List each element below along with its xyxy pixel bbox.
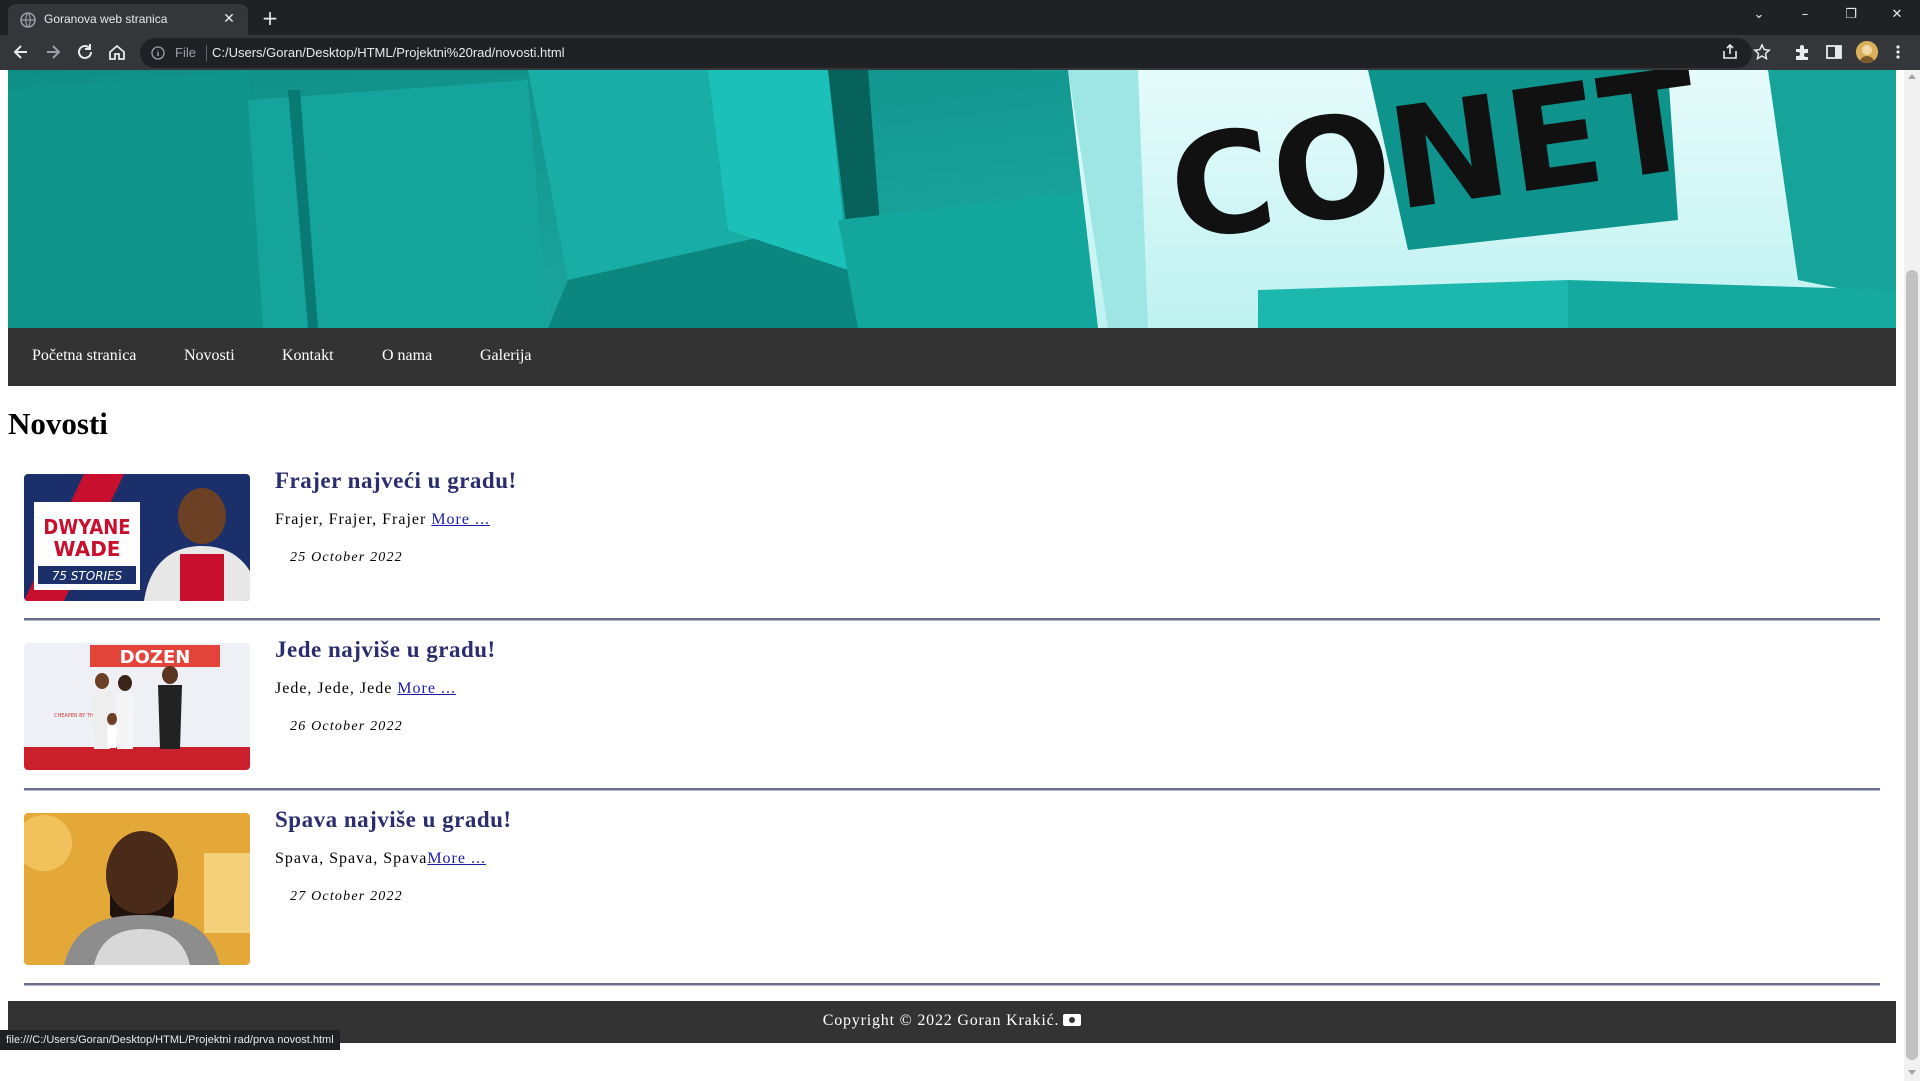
reload-icon[interactable] bbox=[74, 41, 96, 63]
browser-tab[interactable]: Goranova web stranica ✕ bbox=[8, 4, 248, 35]
article-summary: Jede, Jede, Jede More ... bbox=[275, 680, 456, 698]
footer-copyright: Copyright © 2022 Goran Krakić. bbox=[8, 1012, 1896, 1030]
address-url[interactable]: C:/Users/Goran/Desktop/HTML/Projektni%20… bbox=[212, 45, 565, 60]
extensions-puzzle-icon[interactable] bbox=[1792, 42, 1812, 62]
close-tab-icon[interactable]: ✕ bbox=[220, 10, 238, 28]
forward-arrow-icon[interactable] bbox=[42, 41, 64, 63]
header-banner: CONET bbox=[8, 70, 1896, 328]
article-image-wade-75-stories: DWYANE WADE 75 STORIES bbox=[24, 474, 250, 601]
banner-image: CONET bbox=[8, 70, 1896, 328]
avatar-icon bbox=[1856, 41, 1878, 63]
article-title-link[interactable]: Jede najviše u gradu! bbox=[275, 637, 496, 663]
address-scheme-label: File bbox=[175, 45, 196, 60]
tab-title: Goranova web stranica bbox=[44, 12, 168, 26]
camera-icon bbox=[1063, 1014, 1082, 1026]
footer-copyright-text: Copyright © 2022 Goran Krakić. bbox=[822, 1012, 1060, 1029]
article-summary-text: Spava, Spava, Spava bbox=[275, 850, 428, 867]
svg-text:DWYANE: DWYANE bbox=[43, 515, 130, 539]
nav-item-novosti[interactable]: Novosti bbox=[184, 347, 235, 365]
article-summary-text: Frajer, Frajer, Frajer bbox=[275, 511, 432, 528]
scroll-up-arrow-icon[interactable] bbox=[1908, 74, 1916, 79]
more-link[interactable]: More ... bbox=[427, 850, 486, 867]
article-date: 26 October 2022 bbox=[290, 719, 403, 734]
main-navigation: Početna stranica Novosti Kontakt O nama … bbox=[8, 328, 1896, 386]
article-summary-text: Jede, Jede, Jede bbox=[275, 680, 398, 697]
article-thumbnail[interactable] bbox=[24, 813, 250, 965]
svg-text:WADE: WADE bbox=[54, 537, 121, 561]
page-title: Novosti bbox=[8, 406, 108, 441]
vertical-scrollbar[interactable] bbox=[1904, 70, 1920, 1081]
article-summary: Spava, Spava, SpavaMore ... bbox=[275, 850, 486, 868]
menu-kebab-icon[interactable] bbox=[1888, 42, 1908, 62]
article-title-link[interactable]: Frajer najveći u gradu! bbox=[275, 468, 517, 494]
nav-item-galerija[interactable]: Galerija bbox=[480, 347, 532, 365]
article-image-portrait bbox=[24, 813, 250, 965]
article-divider bbox=[24, 618, 1880, 621]
address-separator bbox=[206, 45, 207, 61]
nav-item-pocetna-stranica[interactable]: Početna stranica bbox=[32, 347, 136, 365]
article-thumbnail[interactable]: DWYANE WADE 75 STORIES bbox=[24, 474, 250, 601]
article-title-link[interactable]: Spava najviše u gradu! bbox=[275, 807, 512, 833]
nav-item-kontakt[interactable]: Kontakt bbox=[282, 347, 334, 365]
browser-tab-strip: Goranova web stranica ✕ + ⌄ – ❐ ✕ bbox=[0, 0, 1920, 35]
share-icon[interactable] bbox=[1720, 42, 1740, 62]
restore-icon[interactable]: ❐ bbox=[1828, 0, 1874, 32]
news-article: Spava najviše u gradu! Spava, Spava, Spa… bbox=[24, 807, 1880, 973]
home-icon[interactable] bbox=[106, 41, 128, 63]
minimize-icon[interactable]: – bbox=[1782, 0, 1828, 32]
back-arrow-icon[interactable] bbox=[10, 41, 32, 63]
tab-search-chevron-icon[interactable]: ⌄ bbox=[1736, 0, 1782, 32]
new-tab-icon[interactable]: + bbox=[258, 6, 282, 30]
more-link[interactable]: More ... bbox=[397, 680, 456, 697]
status-bar-url: file:///C:/Users/Goran/Desktop/HTML/Proj… bbox=[0, 1030, 340, 1050]
side-panel-icon[interactable] bbox=[1824, 42, 1844, 62]
address-bar[interactable]: File C:/Users/Goran/Desktop/HTML/Projekt… bbox=[140, 38, 1752, 68]
article-thumbnail[interactable]: DOZEN CHEAPER BY THE DOZEN bbox=[24, 643, 250, 770]
scrollbar-thumb[interactable] bbox=[1906, 270, 1918, 1060]
article-summary: Frajer, Frajer, Frajer More ... bbox=[275, 511, 490, 529]
profile-avatar[interactable] bbox=[1856, 41, 1878, 63]
svg-text:DOZEN: DOZEN bbox=[120, 647, 191, 668]
article-date: 25 October 2022 bbox=[290, 550, 403, 565]
scroll-down-arrow-icon[interactable] bbox=[1908, 1070, 1916, 1075]
article-divider bbox=[24, 983, 1880, 986]
news-article: DWYANE WADE 75 STORIES Frajer najveći u … bbox=[24, 468, 1880, 634]
article-image-red-carpet: DOZEN CHEAPER BY THE DOZEN bbox=[24, 643, 250, 770]
bookmark-star-icon[interactable] bbox=[1752, 42, 1772, 62]
site-info-icon[interactable] bbox=[151, 46, 165, 60]
window-close-icon[interactable]: ✕ bbox=[1874, 0, 1920, 32]
browser-toolbar: File C:/Users/Goran/Desktop/HTML/Projekt… bbox=[0, 35, 1920, 70]
page-viewport: CONET Početna stranica Novosti Kontakt O… bbox=[0, 70, 1904, 1081]
article-date: 27 October 2022 bbox=[290, 889, 403, 904]
more-link[interactable]: More ... bbox=[431, 511, 490, 528]
nav-item-o-nama[interactable]: O nama bbox=[382, 347, 432, 365]
svg-text:75 STORIES: 75 STORIES bbox=[52, 569, 123, 583]
article-divider bbox=[24, 788, 1880, 791]
globe-icon bbox=[20, 12, 36, 28]
news-article: DOZEN CHEAPER BY THE DOZEN Jede najviše … bbox=[24, 637, 1880, 803]
